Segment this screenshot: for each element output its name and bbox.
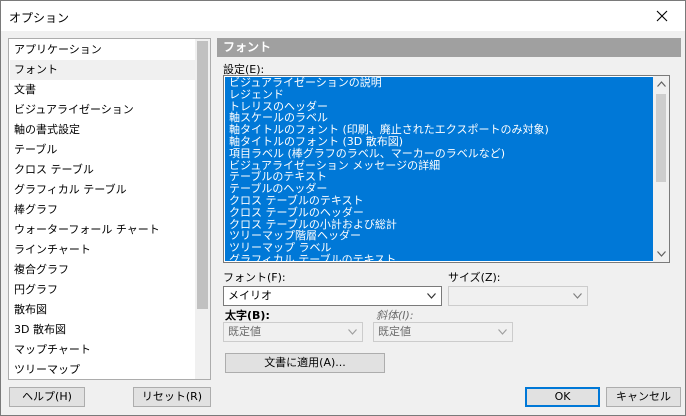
settings-item[interactable]: クロス テーブルのテキスト: [225, 195, 653, 207]
settings-items: ビジュアライゼーションの説明 レジェンド トレリスのヘッダー 軸スケールのラベル 軸タイ…: [225, 77, 653, 261]
category-item[interactable]: クロス テーブル: [10, 160, 196, 180]
section-header: フォント: [217, 38, 681, 57]
chevron-down-icon: [573, 293, 582, 299]
bold-label: 太字(B):: [225, 309, 270, 322]
category-item[interactable]: 文書: [10, 80, 196, 100]
dialog-title: オプション: [9, 11, 70, 25]
category-item[interactable]: アプリケーション: [10, 40, 196, 60]
chevron-down-icon: [427, 293, 436, 299]
category-item[interactable]: ツリーマップ: [10, 360, 196, 379]
reset-button[interactable]: リセット(R): [133, 387, 211, 407]
category-item[interactable]: ウォーターフォール チャート: [10, 220, 196, 240]
category-item[interactable]: マップチャート: [10, 340, 196, 360]
category-item[interactable]: 棒グラフ: [10, 200, 196, 220]
category-scroll-thumb[interactable]: [197, 41, 208, 309]
settings-item[interactable]: 軸タイトルのフォント (3D 散布図): [225, 136, 653, 148]
category-item[interactable]: 3D 散布図: [10, 320, 196, 340]
category-item[interactable]: グラフィカル テーブル: [10, 180, 196, 200]
italic-select-value: 既定値: [378, 325, 411, 338]
category-item[interactable]: テーブル: [10, 140, 196, 160]
title-bar: オプション: [1, 1, 685, 31]
settings-scrollbar[interactable]: [653, 76, 669, 262]
size-select[interactable]: [448, 286, 588, 306]
font-label: フォント(F):: [223, 271, 286, 284]
chevron-down-icon: [498, 329, 507, 335]
category-item[interactable]: フォント: [10, 60, 196, 80]
font-select[interactable]: メイリオ: [223, 286, 442, 306]
settings-item[interactable]: 項目ラベル (棒グラフのラベル、マーカーのラベルなど): [225, 147, 653, 160]
category-item[interactable]: ビジュアライゼーション: [10, 100, 196, 120]
category-list[interactable]: アプリケーション フォント 文書 ビジュアライゼーション 軸の書式設定 テーブル クロス テ…: [8, 38, 211, 380]
cancel-button[interactable]: キャンセル: [606, 387, 681, 407]
size-label: サイズ(Z):: [448, 271, 501, 284]
close-icon: [656, 10, 668, 22]
chevron-down-icon: [656, 251, 666, 257]
options-dialog: オプション アプリケーション フォント 文書 ビジュアライゼーション 軸の書式設定 テーブ…: [0, 0, 686, 416]
chevron-up-icon: [656, 81, 666, 87]
category-item[interactable]: 円グラフ: [10, 280, 196, 300]
category-item[interactable]: ラインチャート: [10, 240, 196, 260]
ok-button[interactable]: OK: [525, 387, 600, 407]
settings-item[interactable]: グラフィカル テーブルのテキスト: [225, 254, 653, 261]
settings-item[interactable]: レジェンド: [225, 88, 653, 101]
bold-select[interactable]: 既定値: [223, 322, 363, 342]
category-list-scrollbar[interactable]: [195, 39, 210, 379]
category-item[interactable]: 複合グラフ: [10, 260, 196, 280]
settings-scroll-thumb[interactable]: [656, 94, 666, 182]
close-button[interactable]: [639, 1, 685, 31]
category-item[interactable]: 散布図: [10, 300, 196, 320]
bold-select-value: 既定値: [228, 325, 261, 338]
scroll-up-button[interactable]: [653, 76, 669, 92]
settings-item[interactable]: クロス テーブルのヘッダー: [225, 206, 653, 219]
font-select-value: メイリオ: [228, 289, 272, 302]
italic-select[interactable]: 既定値: [373, 322, 513, 342]
scroll-down-button[interactable]: [653, 246, 669, 262]
category-item[interactable]: 軸の書式設定: [10, 120, 196, 140]
settings-item[interactable]: ビジュアライゼーションの説明: [225, 77, 653, 89]
chevron-down-icon: [348, 329, 357, 335]
apply-to-document-button[interactable]: 文書に適用(A)...: [225, 353, 385, 373]
help-button[interactable]: ヘルプ(H): [9, 387, 85, 407]
settings-list[interactable]: ビジュアライゼーションの説明 レジェンド トレリスのヘッダー 軸スケールのラベル 軸タイ…: [223, 75, 670, 263]
italic-label: 斜体(I):: [376, 309, 414, 322]
